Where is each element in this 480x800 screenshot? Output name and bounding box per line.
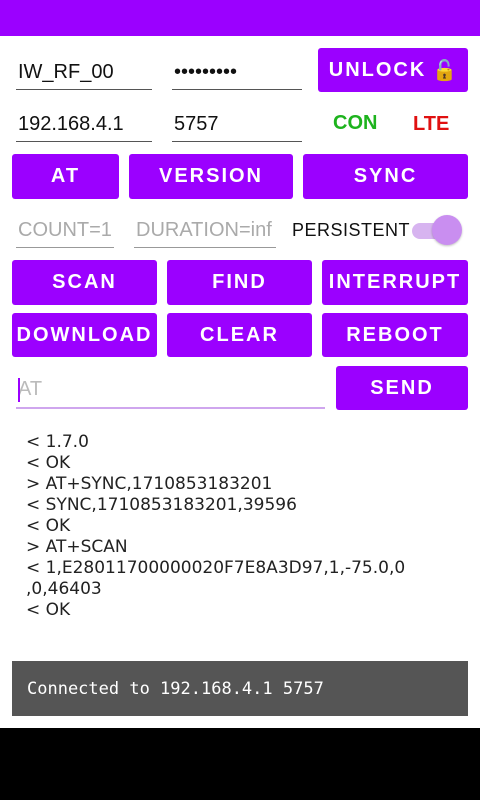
count-input[interactable] <box>16 214 114 248</box>
ip-input[interactable] <box>16 108 152 142</box>
log-line: > AT+SCAN <box>26 537 128 557</box>
find-button[interactable]: FIND <box>167 260 312 305</box>
version-button[interactable]: VERSION <box>129 154 293 199</box>
log-line: > AT+SYNC,1710853183201 <box>26 474 273 494</box>
clear-button[interactable]: CLEAR <box>167 313 312 357</box>
interrupt-button[interactable]: INTERRUPT <box>322 260 468 305</box>
persistent-label: PERSISTENT <box>292 220 411 240</box>
persistent-toggle[interactable] <box>412 214 464 246</box>
con-status: CON <box>333 112 378 134</box>
duration-input[interactable] <box>134 214 276 248</box>
command-input[interactable] <box>16 372 325 409</box>
log-line: < 1,E28011700000020F7E8A3D97,1,-75.0,0 <box>26 558 406 578</box>
status-message: Connected to 192.168.4.1 5757 <box>27 678 324 699</box>
scan-button[interactable]: SCAN <box>12 260 157 305</box>
unlock-label: UNLOCK <box>328 58 427 81</box>
top-bar <box>0 0 480 36</box>
at-button[interactable]: AT <box>12 154 119 199</box>
ssid-input[interactable] <box>16 56 152 90</box>
unlock-button[interactable]: UNLOCK 🔓 <box>318 48 468 92</box>
lock-open-icon: 🔓 <box>432 59 458 82</box>
log-line: < 1.7.0 <box>26 432 89 452</box>
log-line: < OK <box>26 453 71 473</box>
send-button[interactable]: SEND <box>336 366 468 410</box>
connection-status-bar: Connected to 192.168.4.1 5757 <box>12 661 468 716</box>
response-log: < 1.7.0 < OK > AT+SYNC,1710853183201 < S… <box>26 432 466 621</box>
app-screen: UNLOCK 🔓 CON LTE AT VERSION SYNC PERSIST… <box>0 0 480 728</box>
log-line: < OK <box>26 516 71 536</box>
password-input[interactable] <box>172 56 302 90</box>
download-button[interactable]: DOWNLOAD <box>12 313 157 357</box>
reboot-button[interactable]: REBOOT <box>322 313 468 357</box>
lte-status: LTE <box>413 113 450 135</box>
port-input[interactable] <box>172 108 302 142</box>
text-cursor <box>18 378 20 402</box>
log-line: < OK <box>26 600 71 620</box>
sync-button[interactable]: SYNC <box>303 154 468 199</box>
log-line: < SYNC,1710853183201,39596 <box>26 495 297 515</box>
toggle-thumb <box>432 215 462 245</box>
log-line: ,0,46403 <box>26 579 102 599</box>
